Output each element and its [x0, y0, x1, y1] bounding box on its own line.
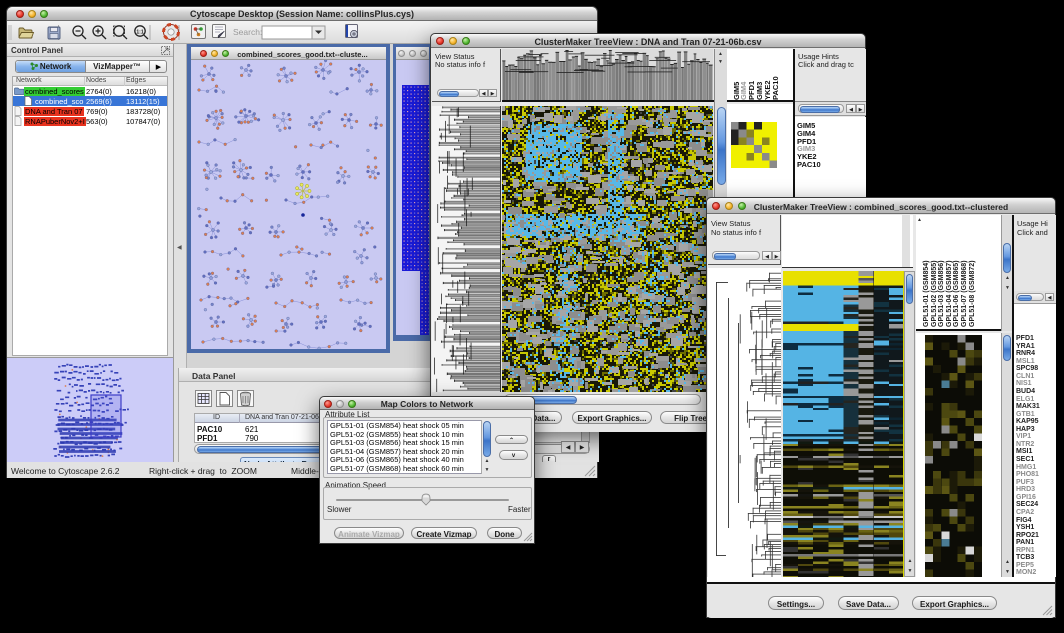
svg-text:Search:: Search:: [233, 27, 262, 37]
svg-text:1:1: 1:1: [136, 29, 143, 35]
